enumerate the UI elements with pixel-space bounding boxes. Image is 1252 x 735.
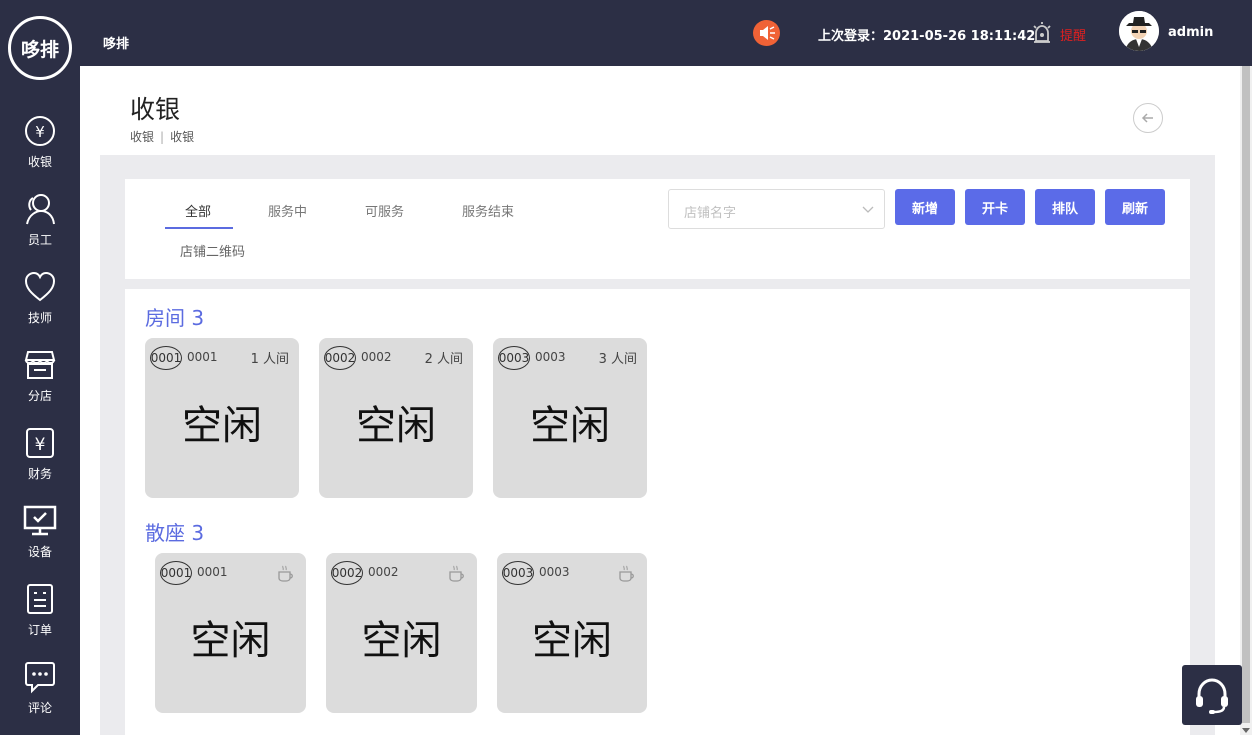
tab-in-service[interactable]: 服务中: [268, 201, 307, 220]
active-tab-indicator: [165, 227, 233, 229]
sidebar-item-cashier[interactable]: ¥ 收银: [0, 110, 80, 182]
refresh-button[interactable]: 刷新: [1105, 189, 1165, 225]
seat-badge: 0003: [502, 561, 534, 585]
sidebar-item-label: 订单: [27, 623, 52, 637]
content-card: 房间 3 0001 0001 1 人间 空闲 0002 0002 2 人间 空闲…: [125, 289, 1190, 735]
page-scrollbar[interactable]: [1240, 66, 1252, 735]
breadcrumb: 收银 | 收银: [130, 128, 194, 145]
remind-link[interactable]: 提醒: [1060, 25, 1086, 44]
sidebar-item-label: 技师: [27, 311, 52, 325]
seat-number: 0002: [368, 565, 399, 579]
scroll-down-icon[interactable]: [1242, 726, 1250, 734]
add-button[interactable]: 新增: [895, 189, 955, 225]
svg-text:¥: ¥: [35, 123, 45, 141]
svg-text:¥: ¥: [35, 435, 46, 455]
sidebar-item-order[interactable]: 订单: [0, 578, 80, 650]
filter-card: 全部 服务中 可服务 服务结束 店铺二维码 店铺名字 新增 开卡 排队 刷新: [125, 179, 1190, 279]
seat-badge: 0001: [160, 561, 192, 585]
room-capacity: 1 人间: [250, 352, 289, 367]
app-logo[interactable]: 哆排: [8, 16, 72, 80]
room-badge: 0003: [498, 346, 530, 370]
back-button[interactable]: [1133, 103, 1163, 133]
seat-status: 空闲: [190, 618, 271, 664]
room-tile[interactable]: 0001 0001 1 人间 空闲: [145, 338, 299, 498]
section-title-seats: 散座 3: [145, 521, 205, 545]
headset-icon: [1196, 678, 1228, 714]
scrollbar-thumb[interactable]: [1242, 66, 1250, 723]
customer-service-button[interactable]: [1182, 665, 1242, 725]
sidebar-item-label: 设备: [27, 545, 52, 559]
seat-tile[interactable]: 0001 0001 空闲: [155, 553, 306, 713]
room-tile[interactable]: 0002 0002 2 人间 空闲: [319, 338, 473, 498]
coffee-cup-icon: [278, 565, 293, 582]
section-title-rooms: 房间 3: [145, 306, 205, 330]
room-capacity: 2 人间: [424, 352, 463, 367]
sidebar: 哆排 ¥ 收银 员工 技师 分店 ¥ 财务 设备 订单 评论: [0, 0, 80, 735]
seat-number: 0001: [197, 565, 228, 579]
finance-icon: ¥: [26, 428, 54, 458]
sidebar-item-device[interactable]: 设备: [0, 500, 80, 572]
tab-service-ended[interactable]: 服务结束: [462, 201, 514, 220]
queue-button[interactable]: 排队: [1035, 189, 1095, 225]
sidebar-item-label: 财务: [27, 467, 52, 481]
sound-button[interactable]: [753, 20, 780, 46]
seat-number: 0003: [539, 565, 570, 579]
room-tile[interactable]: 0003 0003 3 人间 空闲: [493, 338, 647, 498]
speaker-icon: [759, 26, 775, 40]
seat-status: 空闲: [361, 618, 442, 664]
tab-available[interactable]: 可服务: [365, 201, 404, 220]
yuan-circle-icon: ¥: [25, 116, 55, 146]
chevron-down-icon: [862, 206, 874, 213]
sidebar-item-label: 员工: [27, 233, 52, 247]
sidebar-item-branch[interactable]: 分店: [0, 344, 80, 416]
app-name: 哆排: [103, 37, 130, 52]
sidebar-item-label: 收银: [27, 155, 52, 169]
seat-tile[interactable]: 0003 0003 空闲: [497, 553, 647, 713]
heart-icon: [24, 271, 56, 302]
room-number: 0001: [187, 350, 218, 364]
arrow-left-icon: [1141, 113, 1153, 123]
comment-icon: [25, 662, 55, 694]
breadcrumb-separator: |: [160, 130, 165, 144]
sidebar-item-label: 评论: [27, 701, 52, 715]
tab-all[interactable]: 全部: [185, 201, 211, 220]
store-select-placeholder: 店铺名字: [684, 206, 737, 221]
sidebar-item-finance[interactable]: ¥ 财务: [0, 422, 80, 494]
order-icon: [27, 584, 53, 614]
coffee-cup-icon: [449, 565, 464, 582]
room-number: 0002: [361, 350, 392, 364]
open-card-button[interactable]: 开卡: [965, 189, 1025, 225]
room-number: 0003: [535, 350, 566, 364]
room-badge: 0001: [150, 346, 182, 370]
breadcrumb-item[interactable]: 收银: [130, 130, 154, 144]
monitor-icon: [23, 505, 57, 536]
seat-status: 空闲: [532, 618, 612, 664]
breadcrumb-item: 收银: [170, 130, 195, 144]
store-icon: [24, 351, 56, 379]
alarm-icon[interactable]: [1031, 21, 1053, 45]
store-select[interactable]: 店铺名字: [668, 189, 885, 229]
room-status: 空闲: [356, 403, 436, 449]
top-bar: 哆排 上次登录：2021-05-26 18:11:42 提醒 admin: [80, 0, 1252, 66]
store-qr-code-link[interactable]: 店铺二维码: [180, 241, 245, 260]
last-login-text: 上次登录：2021-05-26 18:11:42: [818, 29, 1036, 44]
room-status: 空闲: [182, 403, 262, 449]
sidebar-item-comment[interactable]: 评论: [0, 656, 80, 728]
sidebar-item-staff[interactable]: 员工: [0, 188, 80, 260]
room-status: 空闲: [530, 403, 610, 449]
room-capacity: 3 人间: [598, 352, 637, 367]
username[interactable]: admin: [1168, 25, 1213, 40]
avatar[interactable]: [1119, 11, 1159, 51]
user-avatar-icon: [1119, 11, 1159, 51]
sidebar-item-technician[interactable]: 技师: [0, 266, 80, 338]
staff-icon: [26, 194, 55, 225]
page-title: 收银: [130, 95, 181, 124]
seat-tile[interactable]: 0002 0002 空闲: [326, 553, 477, 713]
seat-badge: 0002: [331, 561, 363, 585]
coffee-cup-icon: [619, 565, 634, 582]
sidebar-item-label: 分店: [27, 389, 52, 403]
room-badge: 0002: [324, 346, 356, 370]
